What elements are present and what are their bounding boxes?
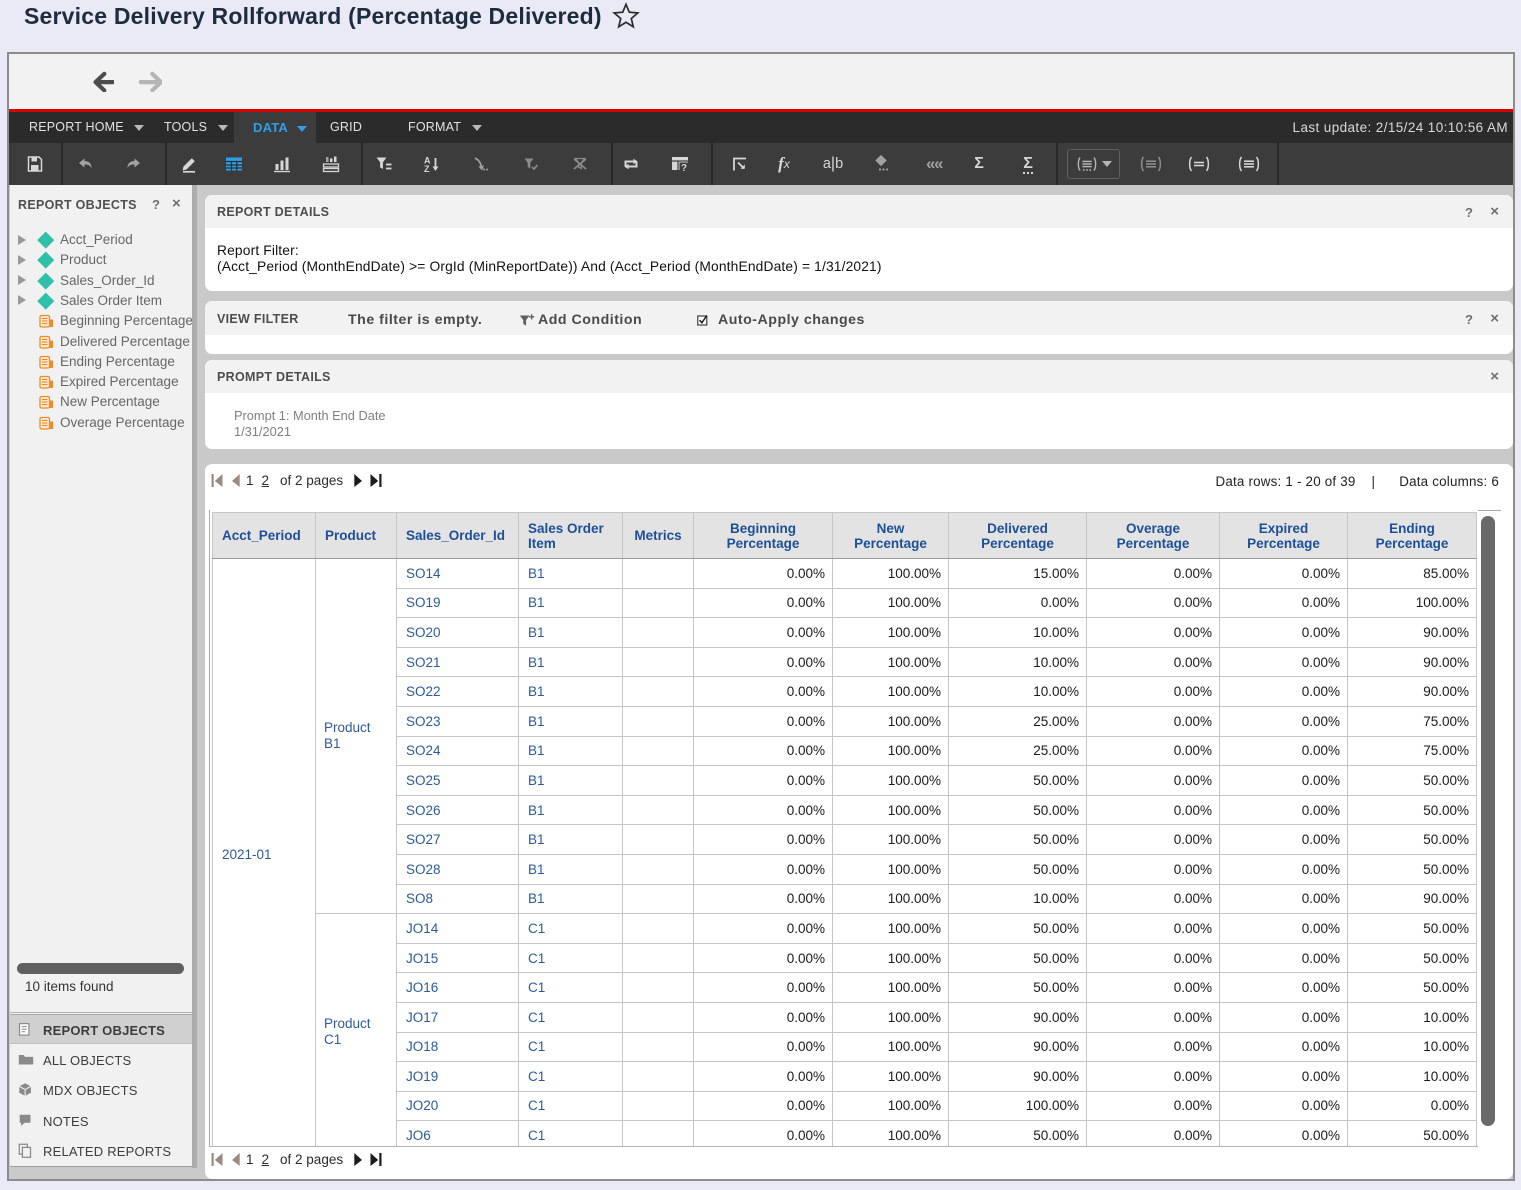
svg-text:?: ?: [681, 163, 687, 174]
svg-text:Z: Z: [424, 164, 430, 174]
